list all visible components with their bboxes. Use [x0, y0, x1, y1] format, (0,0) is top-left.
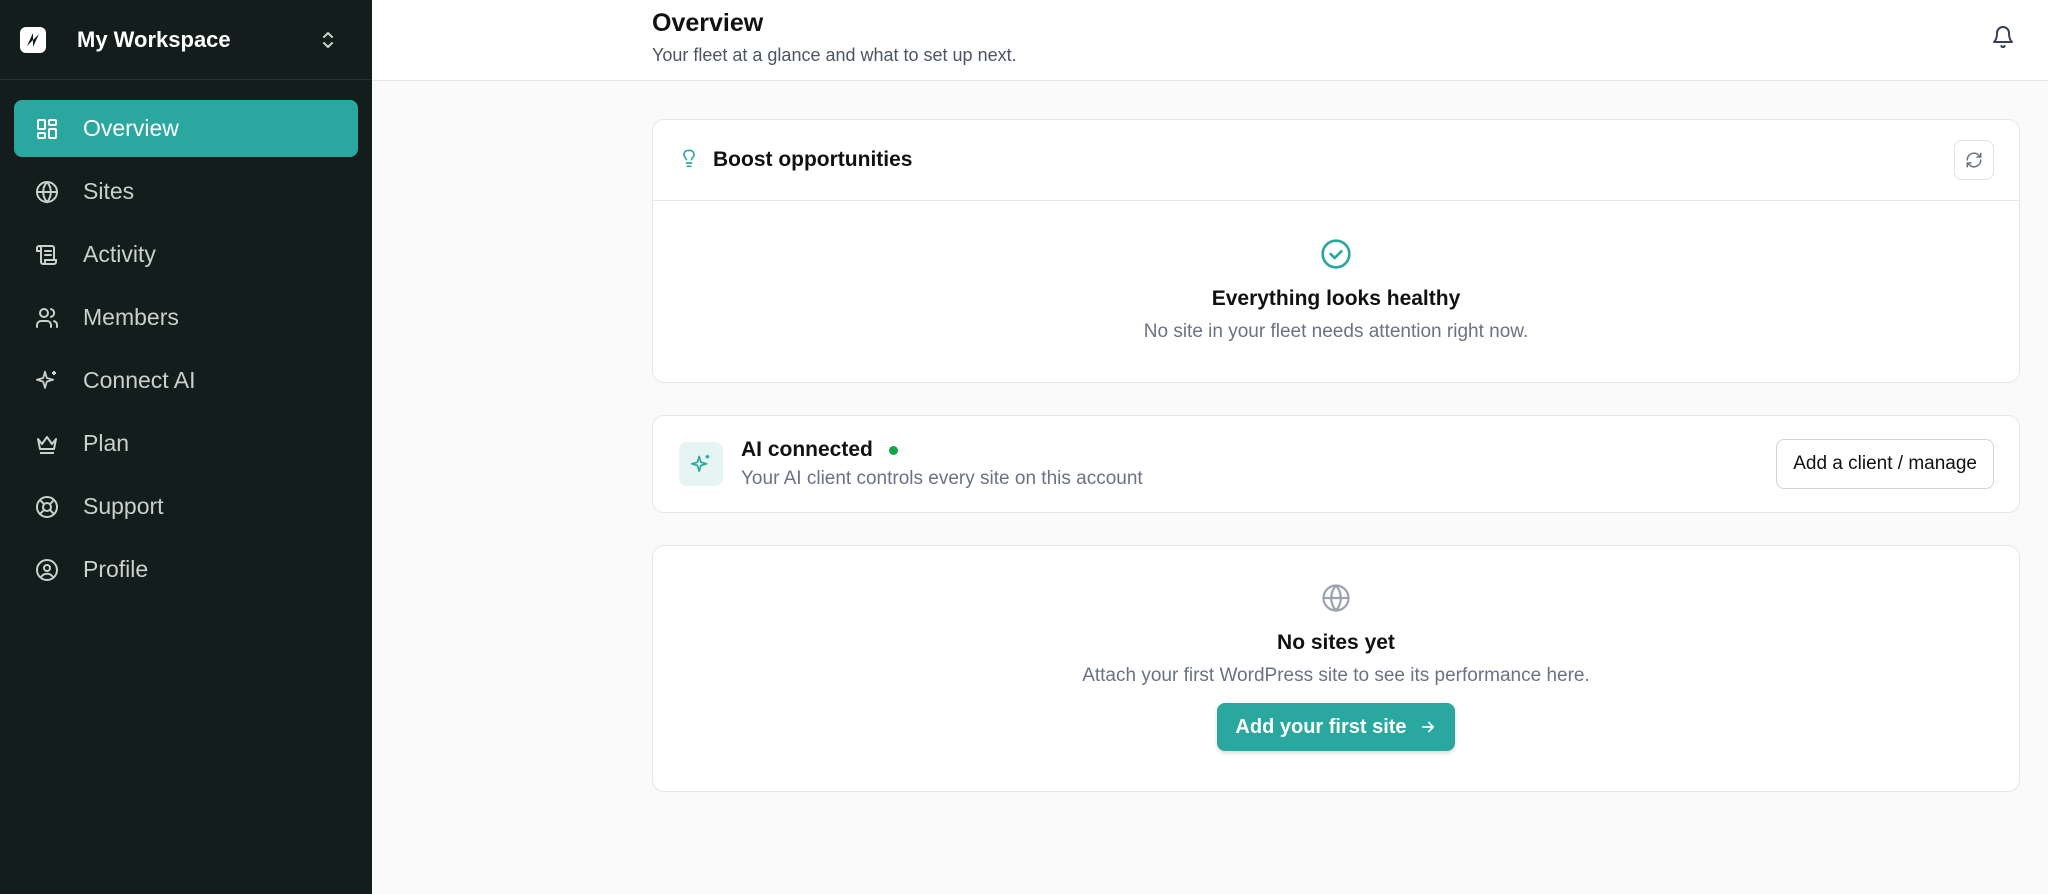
sidebar-item-label: Profile	[83, 556, 149, 582]
status-dot	[888, 445, 898, 455]
add-first-site-button[interactable]: Add your first site	[1217, 703, 1455, 751]
sidebar-item-overview[interactable]: Overview	[14, 100, 358, 157]
users-icon	[34, 305, 60, 331]
add-client-button[interactable]: Add a client / manage	[1776, 439, 1994, 489]
workspace-switcher[interactable]: My Workspace	[0, 0, 372, 80]
globe-icon	[34, 179, 60, 205]
sidebar-item-support[interactable]: Support	[14, 478, 358, 535]
user-circle-icon	[34, 557, 60, 583]
sidebar-item-label: Sites	[83, 178, 135, 204]
sparkles-icon	[679, 442, 723, 486]
sidebar-item-activity[interactable]: Activity	[14, 226, 358, 283]
refresh-button[interactable]	[1954, 140, 1994, 180]
sidebar-nav: Overview Sites Activity Members Connect …	[0, 80, 372, 598]
ai-title-text: AI connected	[741, 438, 873, 461]
boost-card-header: Boost opportunities	[653, 120, 2019, 201]
sidebar-item-sites[interactable]: Sites	[14, 163, 358, 220]
no-sites-subtitle: Attach your first WordPress site to see …	[1082, 665, 1590, 686]
workspace-name: My Workspace	[77, 26, 231, 52]
add-first-site-label: Add your first site	[1235, 715, 1407, 738]
chevron-up-down-icon[interactable]	[316, 28, 340, 52]
sidebar-item-label: Members	[83, 304, 179, 330]
sidebar-item-plan[interactable]: Plan	[14, 415, 358, 472]
boost-opportunities-card: Boost opportunities Everything looks hea…	[652, 119, 2020, 383]
sidebar-item-members[interactable]: Members	[14, 289, 358, 346]
app-logo-icon	[18, 25, 48, 55]
arrow-right-icon	[1419, 718, 1437, 736]
no-sites-card: No sites yet Attach your first WordPress…	[652, 545, 2020, 792]
check-circle-icon	[1320, 238, 1352, 270]
healthy-title: Everything looks healthy	[1211, 287, 1461, 310]
bell-icon[interactable]	[1988, 22, 2018, 52]
boost-card-title: Boost opportunities	[713, 148, 913, 171]
ai-connected-card: AI connected Your AI client controls eve…	[652, 415, 2020, 513]
globe-icon	[1321, 583, 1351, 613]
sidebar-item-label: Connect AI	[83, 367, 196, 393]
no-sites-title: No sites yet	[1277, 631, 1395, 654]
lightbulb-icon	[679, 147, 699, 174]
ai-status-title: AI connected	[741, 438, 898, 462]
ai-status-subtitle: Your AI client controls every site on th…	[741, 468, 1143, 489]
life-buoy-icon	[34, 494, 60, 520]
scroll-icon	[34, 242, 60, 268]
crown-icon	[34, 431, 60, 457]
healthy-subtitle: No site in your fleet needs attention ri…	[1143, 321, 1529, 342]
page-header: Overview Your fleet at a glance and what…	[372, 0, 2048, 81]
sidebar-item-connect-ai[interactable]: Connect AI	[14, 352, 358, 409]
sidebar-item-label: Plan	[83, 430, 130, 456]
sparkles-icon	[34, 368, 60, 394]
sidebar: My Workspace Overview Sites Activity Mem…	[0, 0, 372, 894]
sidebar-item-profile[interactable]: Profile	[14, 541, 358, 598]
layout-grid-icon	[34, 116, 60, 142]
page-subtitle: Your fleet at a glance and what to set u…	[652, 45, 1017, 65]
sidebar-item-label: Overview	[83, 115, 179, 141]
page-title: Overview	[652, 9, 764, 37]
sidebar-item-label: Activity	[83, 241, 156, 267]
sidebar-item-label: Support	[83, 493, 164, 519]
boost-empty-state: Everything looks healthy No site in your…	[653, 201, 2019, 343]
